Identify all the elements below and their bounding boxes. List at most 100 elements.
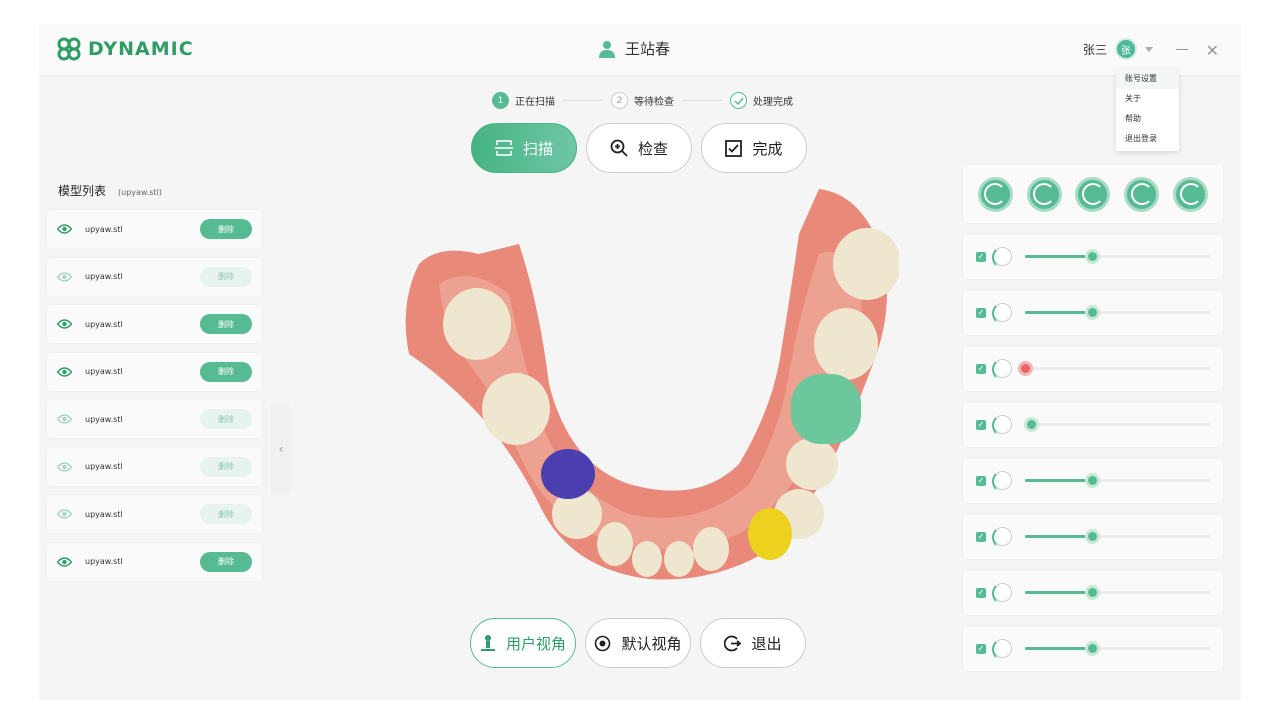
tooth bbox=[786, 438, 838, 490]
model-name: upyaw.stl bbox=[85, 319, 123, 329]
progress-ring-icon bbox=[992, 526, 1012, 549]
tool-button[interactable] bbox=[1026, 176, 1062, 212]
model-row[interactable]: upyaw.stl 删除 bbox=[47, 305, 262, 343]
tool-button[interactable] bbox=[1075, 176, 1111, 212]
delete-button[interactable]: 删除 bbox=[200, 361, 252, 382]
opacity-slider[interactable] bbox=[1025, 529, 1210, 544]
model-row[interactable]: upyaw.stl 删除 bbox=[47, 257, 262, 296]
delete-button[interactable]: 删除 bbox=[200, 504, 252, 524]
inspect-button[interactable]: 检查 bbox=[586, 123, 692, 173]
default-view-button[interactable]: 默认视角 bbox=[585, 618, 691, 668]
model-name: upyaw.stl bbox=[85, 462, 123, 471]
model-name: upyaw.stl bbox=[85, 224, 123, 234]
model-name: upyaw.stl bbox=[85, 367, 123, 376]
delete-button[interactable]: 删除 bbox=[200, 266, 252, 287]
opacity-slider[interactable] bbox=[1025, 641, 1210, 656]
close-button[interactable]: ✕ bbox=[1206, 41, 1219, 60]
delete-button[interactable]: 删除 bbox=[200, 314, 252, 334]
tooth bbox=[693, 527, 729, 571]
menu-item-about[interactable]: 关于 bbox=[1116, 89, 1179, 109]
check-icon bbox=[730, 92, 747, 109]
model-row[interactable]: upyaw.stl 删除 bbox=[47, 352, 262, 391]
tool-button[interactable] bbox=[1124, 176, 1160, 212]
user-dropdown-menu: 账号设置 关于 帮助 退出登录 bbox=[1116, 69, 1179, 151]
model-list-header: 模型列表 (upyaw.stl) bbox=[47, 182, 265, 210]
slider-handle[interactable] bbox=[1023, 417, 1039, 432]
layer-checkbox[interactable]: ✓ bbox=[976, 588, 986, 598]
progress-ring-icon bbox=[992, 302, 1012, 325]
eye-icon[interactable] bbox=[57, 556, 72, 567]
tooth bbox=[833, 228, 899, 300]
layer-checkbox[interactable]: ✓ bbox=[976, 644, 986, 654]
dental-3d-viewer[interactable] bbox=[399, 184, 899, 604]
layer-row: ✓ bbox=[963, 627, 1223, 671]
model-row[interactable]: upyaw.stl 删除 bbox=[47, 447, 262, 486]
scan-button[interactable]: 扫描 bbox=[471, 123, 577, 173]
eye-icon[interactable] bbox=[57, 461, 72, 472]
menu-item-logout[interactable]: 退出登录 bbox=[1116, 129, 1179, 149]
eye-icon[interactable] bbox=[57, 224, 72, 234]
user-menu-trigger[interactable]: 张三 张 bbox=[1083, 38, 1153, 60]
tooth bbox=[664, 541, 694, 577]
eye-icon[interactable] bbox=[57, 319, 72, 329]
model-row[interactable]: upyaw.stl 删除 bbox=[47, 400, 262, 438]
delete-button[interactable]: 删除 bbox=[200, 456, 252, 477]
tool-button[interactable] bbox=[1173, 176, 1209, 212]
layer-checkbox[interactable]: ✓ bbox=[976, 252, 986, 262]
exit-button[interactable]: 退出 bbox=[700, 618, 806, 668]
slider-handle[interactable] bbox=[1084, 585, 1100, 600]
opacity-slider[interactable] bbox=[1025, 585, 1210, 600]
layer-checkbox[interactable]: ✓ bbox=[976, 532, 986, 542]
delete-button[interactable]: 删除 bbox=[200, 409, 252, 429]
collapse-panel-button[interactable]: ‹ bbox=[271, 404, 291, 494]
opacity-slider[interactable] bbox=[1025, 305, 1210, 320]
user-view-button[interactable]: 用户视角 bbox=[470, 618, 576, 668]
eye-icon[interactable] bbox=[57, 509, 72, 519]
layer-row: ✓ bbox=[963, 459, 1223, 503]
slider-handle[interactable] bbox=[1084, 249, 1100, 264]
marker-blue[interactable] bbox=[541, 449, 595, 499]
slider-handle[interactable] bbox=[1018, 361, 1033, 376]
layer-list: ✓ ✓ ✓ ✓ ✓ ✓ ✓ ✓ bbox=[963, 235, 1223, 671]
marker-yellow[interactable] bbox=[748, 508, 792, 560]
user-name: 张三 bbox=[1082, 42, 1107, 57]
avatar[interactable]: 张 bbox=[1115, 38, 1137, 60]
eye-icon[interactable] bbox=[57, 271, 72, 282]
layer-checkbox[interactable]: ✓ bbox=[976, 364, 986, 374]
model-list-file: (upyaw.stl) bbox=[118, 188, 162, 197]
model-name: upyaw.stl bbox=[85, 557, 123, 566]
model-row[interactable]: upyaw.stl 删除 bbox=[47, 210, 262, 248]
layer-checkbox[interactable]: ✓ bbox=[976, 308, 986, 318]
progress-ring-icon bbox=[992, 358, 1012, 381]
opacity-slider[interactable] bbox=[1025, 249, 1210, 264]
slider-handle[interactable] bbox=[1084, 529, 1100, 544]
marker-green[interactable] bbox=[791, 374, 861, 444]
menu-item-help[interactable]: 帮助 bbox=[1116, 109, 1179, 129]
finish-button[interactable]: 完成 bbox=[701, 123, 807, 173]
user-view-icon bbox=[480, 635, 495, 651]
layer-checkbox[interactable]: ✓ bbox=[976, 420, 986, 430]
layer-checkbox[interactable]: ✓ bbox=[976, 476, 986, 486]
minimize-button[interactable] bbox=[1176, 49, 1188, 50]
eye-icon[interactable] bbox=[57, 366, 72, 377]
slider-handle[interactable] bbox=[1084, 641, 1100, 656]
opacity-slider[interactable] bbox=[1023, 417, 1210, 432]
delete-button[interactable]: 删除 bbox=[200, 219, 252, 239]
delete-button[interactable]: 删除 bbox=[200, 551, 252, 572]
opacity-slider[interactable] bbox=[1018, 361, 1210, 376]
model-row[interactable]: upyaw.stl 删除 bbox=[47, 542, 262, 581]
slider-fill bbox=[1025, 647, 1092, 650]
model-row[interactable]: upyaw.stl 删除 bbox=[47, 495, 262, 533]
step-label: 正在扫描 bbox=[515, 97, 555, 108]
layer-row: ✓ bbox=[963, 515, 1223, 559]
chevron-down-icon[interactable] bbox=[1145, 46, 1153, 52]
finish-label: 完成 bbox=[752, 139, 783, 158]
default-view-label: 默认视角 bbox=[621, 634, 682, 653]
slider-handle[interactable] bbox=[1084, 305, 1100, 320]
scan-label: 扫描 bbox=[522, 139, 553, 158]
slider-handle[interactable] bbox=[1084, 473, 1100, 488]
tool-button[interactable] bbox=[977, 176, 1013, 212]
opacity-slider[interactable] bbox=[1025, 473, 1210, 488]
menu-item-account-settings[interactable]: 账号设置 bbox=[1116, 69, 1179, 89]
eye-icon[interactable] bbox=[57, 414, 72, 424]
